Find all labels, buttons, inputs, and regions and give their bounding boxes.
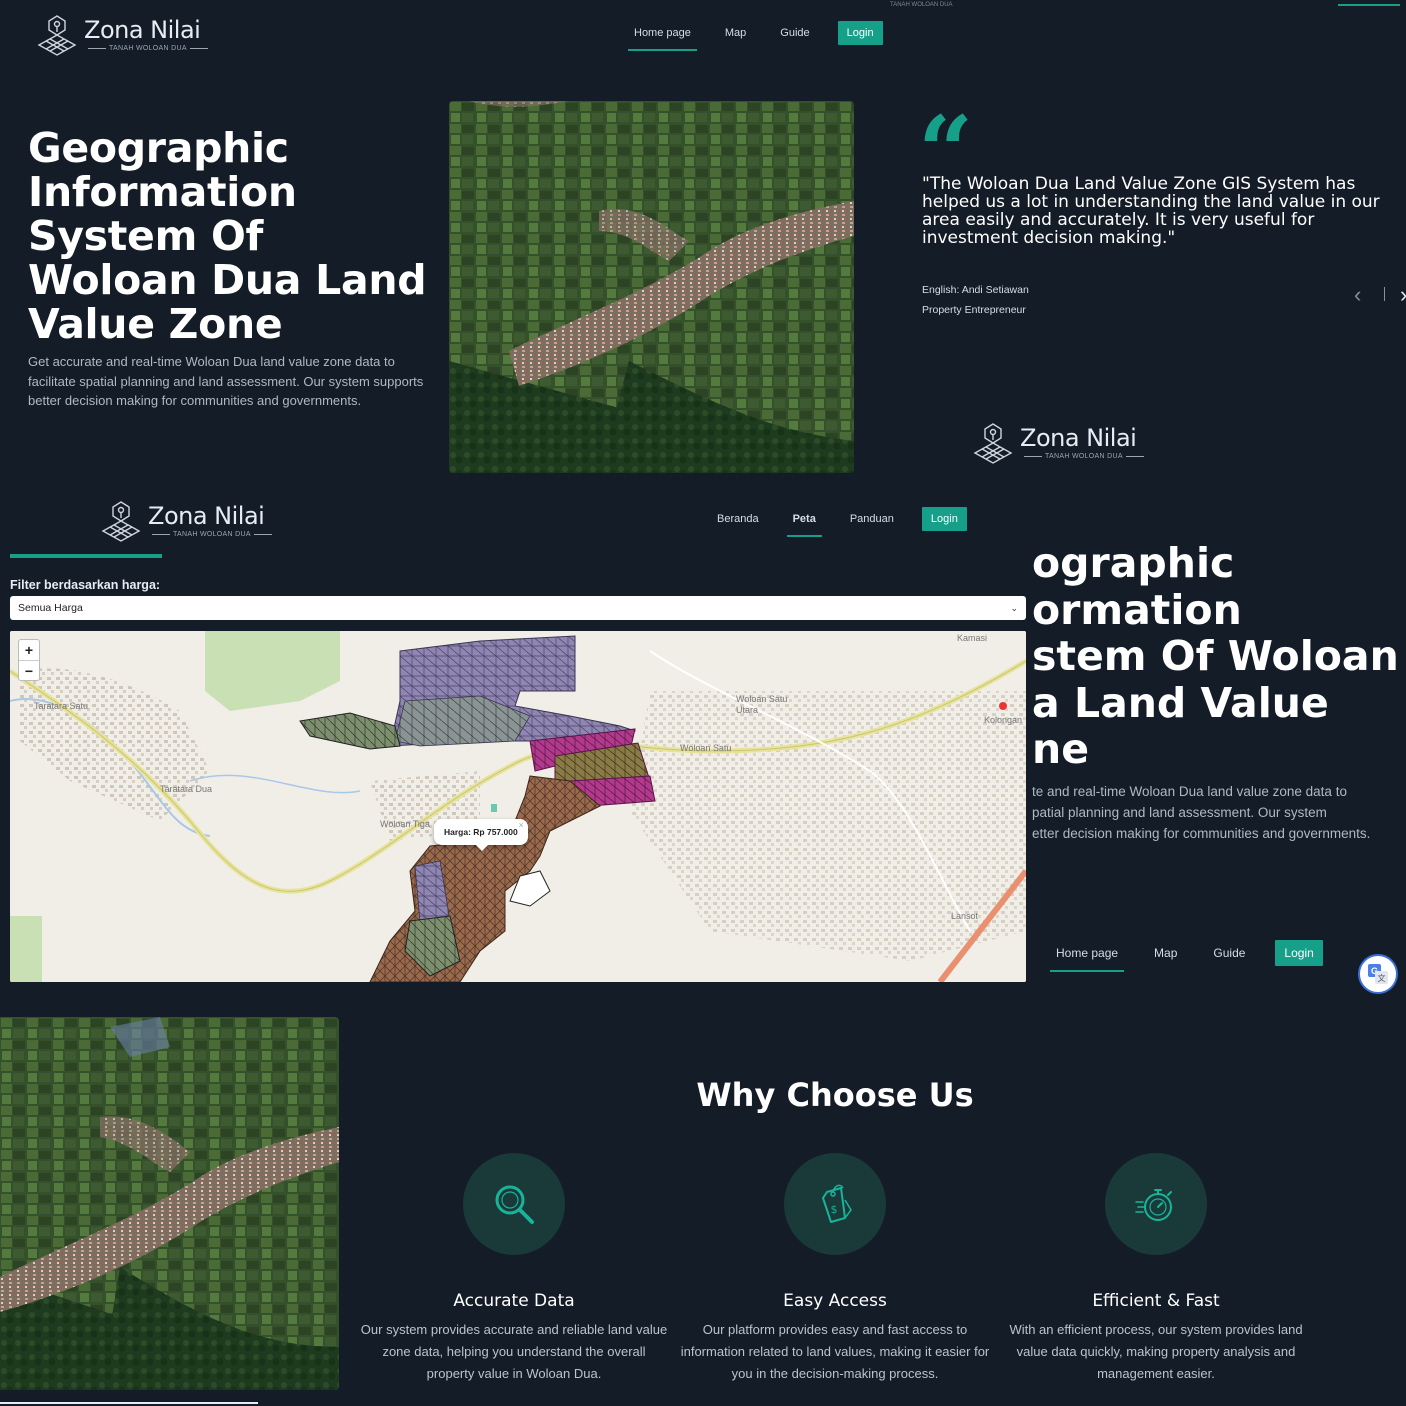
magnifier-icon xyxy=(495,1185,534,1224)
nav-beranda[interactable]: Beranda xyxy=(711,507,765,531)
place-label: Woloan Satu xyxy=(680,743,732,753)
chevron-down-icon: ⌄ xyxy=(1010,602,1018,613)
carousel-divider xyxy=(1384,287,1385,301)
map-login-button[interactable]: Login xyxy=(921,507,967,531)
place-label: Taratara Dua xyxy=(160,784,213,794)
clipped-desc-line: etter decision making for communities an… xyxy=(1032,826,1371,841)
place-label: Kamasi xyxy=(957,633,988,643)
map-page-nav: Beranda Peta Panduan Login xyxy=(711,507,967,537)
clipped-title-line: ographic xyxy=(1032,540,1235,587)
testimonial-quote: "The Woloan Dua Land Value Zone GIS Syst… xyxy=(922,175,1380,247)
hero-description: Get accurate and real-time Woloan Dua la… xyxy=(28,354,424,408)
carousel-next-icon[interactable]: › xyxy=(1400,282,1406,308)
logo-mark-icon xyxy=(973,423,1013,464)
nav-map[interactable]: Map xyxy=(719,21,752,45)
map-progress-bar xyxy=(10,554,162,558)
top-right-underline xyxy=(1338,4,1400,6)
place-label: Woloan Tiga xyxy=(380,819,430,829)
clipped-title-line: ne xyxy=(1032,725,1089,773)
top-nav: Home page Map Guide Login xyxy=(628,21,883,51)
top-fragment-sub: TANAH WOLOAN DUA xyxy=(890,2,953,8)
satellite-image xyxy=(449,101,854,473)
login-button[interactable]: Login xyxy=(1275,940,1323,966)
login-button[interactable]: Login xyxy=(837,21,883,45)
brand-logo[interactable]: Zona Nilai TANAH WOLOAN DUA xyxy=(34,12,208,58)
map-canvas xyxy=(10,631,1026,982)
price-tag-icon: $ xyxy=(822,1184,852,1223)
brand-sub: TANAH WOLOAN DUA xyxy=(152,531,272,538)
svg-text:文: 文 xyxy=(1378,973,1386,983)
feature-icon-circle: $ xyxy=(784,1153,886,1255)
feature-title: Efficient & Fast xyxy=(1092,1291,1220,1311)
place-label: Lansot xyxy=(951,911,979,921)
feature-text: With an efficient process, our system pr… xyxy=(1009,1322,1303,1381)
bottom-divider xyxy=(0,1402,258,1404)
brand-name: Zona Nilai xyxy=(148,502,265,530)
feature-icon-circle xyxy=(1105,1153,1207,1255)
feature-text: Our system provides accurate and reliabl… xyxy=(360,1322,668,1381)
hero-title: Geographic Information System Of Woloan … xyxy=(28,124,427,348)
logo-mark-icon xyxy=(101,501,141,542)
testimonial-author: English: Andi Setiawan xyxy=(922,284,1029,296)
bottom-nav: Home page Map Guide Login xyxy=(1050,940,1323,972)
close-icon[interactable]: × xyxy=(518,820,523,830)
clipped-title-line: stem Of Woloan xyxy=(1032,632,1399,680)
place-label: Kolongan xyxy=(984,715,1023,725)
nav-map[interactable]: Map xyxy=(1148,940,1183,966)
feature-card: $ Easy Access Our platform provides easy… xyxy=(680,1153,990,1385)
price-filter-value: Semua Harga xyxy=(18,602,83,614)
map-popup-text: Harga: Rp 757.000 xyxy=(444,827,518,837)
filter-label: Filter berdasarkan harga: xyxy=(10,578,161,592)
feature-text: Our platform provides easy and fast acce… xyxy=(680,1322,990,1381)
clipped-title-line: ormation xyxy=(1032,585,1242,634)
brand-name: Zona Nilai xyxy=(1020,424,1137,452)
nav-guide[interactable]: Guide xyxy=(1207,940,1251,966)
stopwatch-icon xyxy=(1135,1189,1172,1221)
brand-logo-secondary[interactable]: Zona Nilai TANAH WOLOAN DUA xyxy=(970,420,1144,466)
google-translate-button[interactable]: G 文 xyxy=(1358,954,1398,994)
hero-clipped-description: te and real-time Woloan Dua land value z… xyxy=(1032,781,1406,844)
map-page-logo[interactable]: Zona Nilai TANAH WOLOAN DUA xyxy=(98,498,272,544)
clipped-title-line: a Land Value xyxy=(1032,678,1329,727)
zoom-in-button[interactable]: + xyxy=(19,640,39,660)
carousel-prev-icon[interactable]: ‹ xyxy=(1354,282,1361,308)
nav-home[interactable]: Home page xyxy=(1050,940,1125,972)
zoom-out-button[interactable]: − xyxy=(19,660,39,680)
brand-sub: TANAH WOLOAN DUA xyxy=(1024,453,1144,460)
nav-panduan[interactable]: Panduan xyxy=(844,507,900,531)
feature-card: Accurate Data Our system provides accura… xyxy=(359,1153,669,1385)
nav-home[interactable]: Home page xyxy=(628,21,697,51)
svg-text:$: $ xyxy=(831,1203,838,1216)
testimonial-role: Property Entrepreneur xyxy=(922,304,1026,316)
price-filter-select[interactable]: Semua Harga ⌄ xyxy=(10,596,1026,620)
nav-peta[interactable]: Peta xyxy=(786,507,823,537)
feature-title: Easy Access xyxy=(783,1291,887,1311)
hero-clipped-title: ographic ormation stem Of Woloan a Land … xyxy=(1032,540,1406,773)
map-popup[interactable]: Harga: Rp 757.000 × xyxy=(434,819,528,851)
place-label: Taratara Satu xyxy=(34,701,89,711)
feature-icon-circle xyxy=(463,1153,565,1255)
clipped-desc-line: patial planning and land assessment. Our… xyxy=(1032,805,1327,820)
nav-guide[interactable]: Guide xyxy=(774,21,815,45)
translate-icon: G 文 xyxy=(1368,964,1388,984)
logo-mark-icon xyxy=(37,15,77,56)
brand-name: Zona Nilai xyxy=(84,16,201,44)
clipped-desc-line: te and real-time Woloan Dua land value z… xyxy=(1032,784,1347,799)
place-label: Woloan Satu Utara xyxy=(736,694,788,715)
feature-card: Efficient & Fast With an efficient proce… xyxy=(1001,1153,1311,1385)
land-value-map[interactable]: + − Harga: Rp 757.000 × Kamasi Taratara … xyxy=(10,631,1026,982)
satellite-image-secondary xyxy=(0,1017,339,1390)
brand-sub: TANAH WOLOAN DUA xyxy=(88,45,208,52)
why-title: Why Choose Us xyxy=(696,1076,974,1114)
zoom-control: + − xyxy=(18,639,40,681)
feature-title: Accurate Data xyxy=(453,1291,575,1311)
